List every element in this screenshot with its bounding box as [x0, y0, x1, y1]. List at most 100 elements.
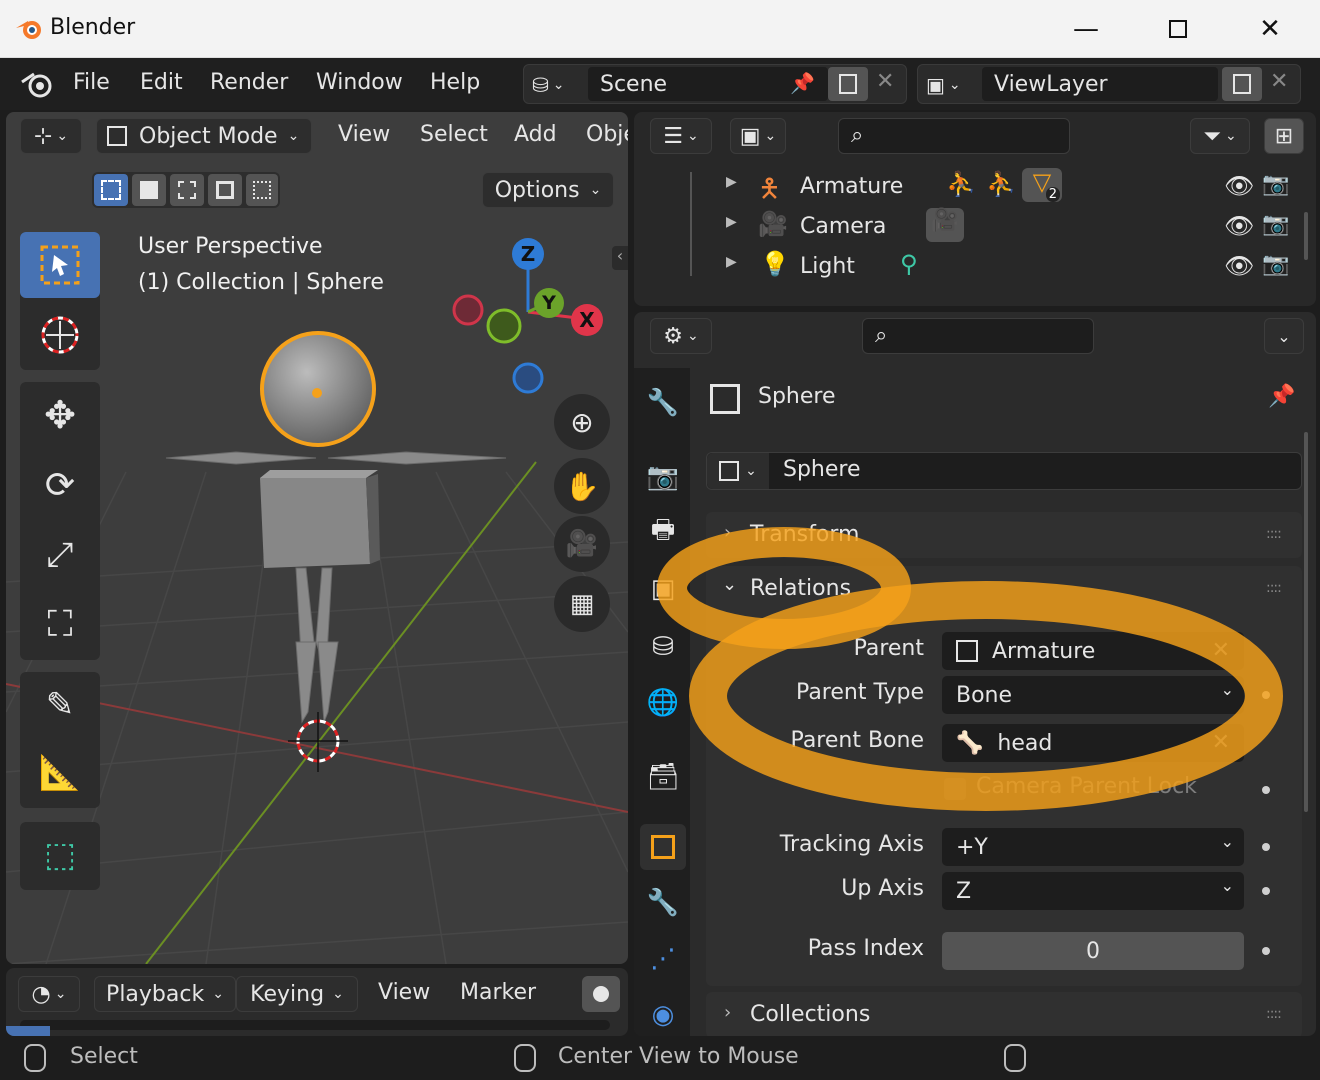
parent-bone-field[interactable]: 🦴 head ✕	[942, 724, 1244, 762]
tool-measure[interactable]: 📐	[20, 740, 100, 806]
clear-icon[interactable]: ✕	[1212, 730, 1230, 755]
outliner-row-light[interactable]: ▶ 💡 Light ⚲ 👁 📷	[634, 248, 1316, 288]
properties-editor-type[interactable]: ⚙ ⌄	[650, 318, 712, 354]
tab-render[interactable]: 📷	[640, 454, 686, 500]
viewport-menu-add[interactable]: Add	[514, 122, 557, 147]
outliner-row-camera[interactable]: ▶ 🎥 Camera 🎥 👁 📷	[634, 208, 1316, 248]
outliner-item-name[interactable]: Armature	[800, 174, 903, 199]
tool-scale[interactable]: ⤢	[20, 522, 100, 588]
mode-dropdown[interactable]: Object Mode ⌄	[96, 118, 312, 154]
viewport-menu-object[interactable]: Obje	[586, 122, 628, 147]
tab-scene[interactable]: ⛁	[640, 624, 686, 670]
properties-scrollbar[interactable]	[1304, 432, 1308, 812]
pin-icon[interactable]: 📌	[790, 71, 815, 95]
outliner-editor-type[interactable]: ☰ ⌄	[650, 118, 712, 154]
new-scene-button[interactable]	[828, 67, 868, 101]
delete-scene-icon[interactable]: ✕	[876, 69, 894, 94]
gizmo-y-axis[interactable]: Y	[534, 288, 564, 318]
zoom-button[interactable]: ⊕	[554, 394, 610, 450]
tool-annotate[interactable]: ✎	[20, 672, 100, 738]
tab-tool[interactable]: 🔧	[640, 380, 686, 426]
drag-handle-icon[interactable]: ::::	[1266, 580, 1282, 596]
outliner-search-input[interactable]: ⌕	[838, 118, 1070, 154]
tool-cursor[interactable]	[20, 302, 100, 368]
visibility-eye-icon[interactable]: 👁	[1224, 172, 1254, 200]
keyframe-dot[interactable]	[1262, 691, 1270, 699]
visibility-eye-icon[interactable]: 👁	[1224, 212, 1254, 240]
gizmo-z-axis[interactable]: Z	[512, 238, 544, 270]
outliner-row-armature[interactable]: ▶ 🯅 Armature ⛹ ⛹ ▽ 2 👁 📷	[634, 168, 1316, 208]
expand-arrow-icon[interactable]: ▶	[726, 174, 737, 190]
viewport-menu-view[interactable]: View	[338, 122, 390, 147]
render-camera-icon[interactable]: 📷	[1262, 212, 1289, 237]
tab-view-layer[interactable]: ▣	[640, 566, 686, 612]
tab-physics[interactable]: ◉	[640, 992, 686, 1036]
select-invert-button[interactable]	[208, 174, 242, 206]
pan-button[interactable]: ✋	[554, 458, 610, 514]
pose-icon[interactable]: ⛹	[986, 170, 1016, 198]
object-name-input[interactable]: Sphere	[783, 457, 861, 482]
light-data-icon[interactable]: ⚲	[900, 250, 918, 278]
outliner-item-name[interactable]: Light	[800, 254, 855, 279]
options-dropdown[interactable]: Options ⌄	[482, 172, 614, 208]
tab-collection[interactable]: 🗃	[640, 754, 686, 800]
keyframe-dot[interactable]	[1262, 786, 1270, 794]
tab-object[interactable]	[640, 824, 686, 870]
expand-arrow-icon[interactable]: ▶	[726, 254, 737, 270]
delete-viewlayer-icon[interactable]: ✕	[1270, 69, 1288, 94]
keyframe-dot[interactable]	[1262, 843, 1270, 851]
menu-render[interactable]: Render	[210, 70, 288, 95]
tab-particles[interactable]: ⋰	[640, 936, 686, 982]
expand-arrow-icon[interactable]: ▶	[726, 214, 737, 230]
viewlayer-type-dropdown[interactable]: ▣ ⌄	[926, 71, 976, 99]
pass-index-field[interactable]: 0	[942, 932, 1244, 970]
close-button[interactable]: ✕	[1224, 0, 1316, 58]
timeline-menu-marker[interactable]: Marker	[460, 980, 536, 1005]
tracking-axis-dropdown[interactable]: +Y ⌄	[942, 828, 1244, 866]
relations-header[interactable]: ⌄ Relations ::::	[706, 566, 1302, 612]
up-axis-dropdown[interactable]: Z ⌄	[942, 872, 1244, 910]
menu-help[interactable]: Help	[430, 70, 480, 95]
editor-type-dropdown[interactable]: ⊹ ⌄	[20, 118, 82, 154]
child-objects-badge[interactable]: ▽ 2	[1022, 168, 1062, 202]
tool-select-box[interactable]	[20, 232, 100, 298]
tool-add-cube[interactable]: ⬚	[20, 822, 100, 888]
timeline-editor-type[interactable]: ◔ ⌄	[18, 976, 80, 1012]
minimize-button[interactable]: —	[1040, 0, 1132, 58]
blender-menu-icon[interactable]	[20, 70, 54, 98]
object-type-dropdown[interactable]: ⌄	[707, 453, 769, 489]
tool-rotate[interactable]: ⟳	[20, 452, 100, 518]
filter-dropdown[interactable]: ⏷ ⌄	[1190, 118, 1250, 154]
timeline-scrollbar[interactable]	[20, 1020, 610, 1030]
drag-handle-icon[interactable]: ::::	[1266, 526, 1282, 542]
clear-icon[interactable]: ✕	[1212, 638, 1230, 663]
properties-search-input[interactable]: ⌕	[862, 318, 1094, 354]
menu-file[interactable]: File	[73, 70, 110, 95]
tool-transform[interactable]: ⛶	[20, 592, 100, 658]
maximize-button[interactable]	[1132, 0, 1224, 58]
auto-keying-button[interactable]	[582, 976, 620, 1012]
select-subtract-button[interactable]	[170, 174, 204, 206]
keyframe-dot[interactable]	[1262, 947, 1270, 955]
parent-field[interactable]: Armature ✕	[942, 632, 1244, 670]
panel-collections[interactable]: › Collections ::::	[706, 992, 1302, 1036]
perspective-toggle-button[interactable]: ▦	[554, 576, 610, 632]
visibility-eye-icon[interactable]: 👁	[1224, 252, 1254, 280]
render-camera-icon[interactable]: 📷	[1262, 252, 1289, 277]
armature-data-icon[interactable]: ⛹	[946, 170, 976, 198]
viewport-menu-select[interactable]: Select	[420, 122, 488, 147]
tab-modifiers[interactable]: 🔧	[640, 880, 686, 926]
parent-type-dropdown[interactable]: Bone ⌄	[942, 676, 1244, 714]
sidebar-toggle[interactable]: ‹	[612, 246, 628, 270]
render-camera-icon[interactable]: 📷	[1262, 172, 1289, 197]
current-frame-indicator[interactable]	[6, 1026, 50, 1036]
tool-move[interactable]: ✥	[20, 382, 100, 448]
outliner-item-name[interactable]: Camera	[800, 214, 886, 239]
select-new-button[interactable]	[94, 174, 128, 206]
keyframe-dot[interactable]	[1262, 887, 1270, 895]
drag-handle-icon[interactable]: ::::	[1266, 1006, 1282, 1022]
camera-data-button[interactable]: 🎥	[926, 208, 964, 242]
playback-dropdown[interactable]: Playback ⌄	[94, 976, 236, 1012]
scene-type-dropdown[interactable]: ⛁ ⌄	[532, 71, 582, 99]
viewlayer-name-field[interactable]: ViewLayer	[982, 67, 1218, 101]
